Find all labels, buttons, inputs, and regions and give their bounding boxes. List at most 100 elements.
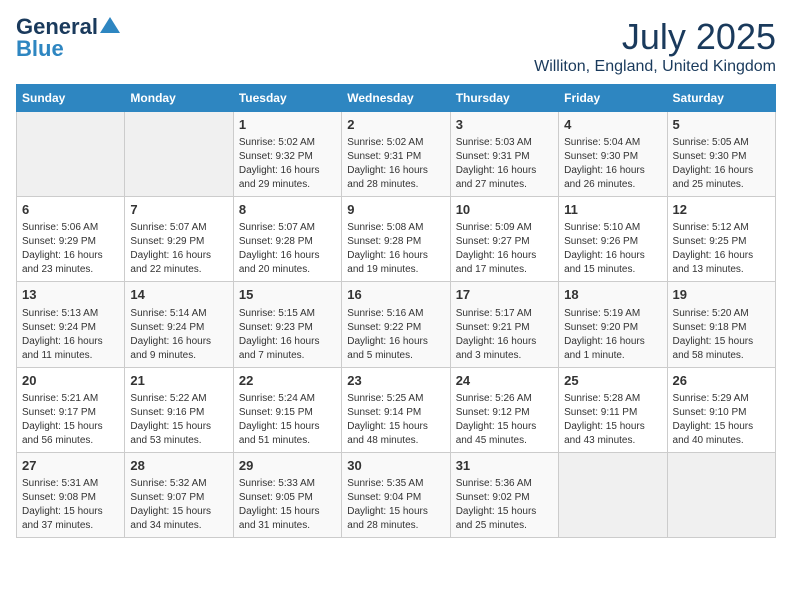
logo-text-blue: Blue (16, 38, 64, 60)
calendar-cell: 18 Sunrise: 5:19 AMSunset: 9:20 PMDayligh… (559, 282, 667, 367)
day-number: 27 (22, 457, 119, 475)
logo: General Blue (16, 16, 120, 60)
dow-header-sunday: Sunday (17, 85, 125, 112)
day-info: Sunrise: 5:24 AMSunset: 9:15 PMDaylight:… (239, 392, 336, 448)
calendar-cell: 29 Sunrise: 5:33 AMSunset: 9:05 PMDayligh… (233, 452, 341, 537)
month-year-title: July 2025 (534, 16, 776, 58)
day-number: 20 (22, 372, 119, 390)
day-number: 19 (673, 286, 770, 304)
day-info: Sunrise: 5:10 AMSunset: 9:26 PMDaylight:… (564, 221, 661, 277)
logo-icon (100, 15, 120, 35)
page-header: General Blue July 2025 Williton, England… (16, 16, 776, 76)
day-number: 9 (347, 201, 444, 219)
day-info: Sunrise: 5:03 AMSunset: 9:31 PMDaylight:… (456, 136, 553, 192)
day-info: Sunrise: 5:13 AMSunset: 9:24 PMDaylight:… (22, 307, 119, 363)
day-number: 25 (564, 372, 661, 390)
day-number: 3 (456, 116, 553, 134)
day-info: Sunrise: 5:36 AMSunset: 9:02 PMDaylight:… (456, 477, 553, 533)
calendar-cell: 28 Sunrise: 5:32 AMSunset: 9:07 PMDayligh… (125, 452, 233, 537)
day-number: 4 (564, 116, 661, 134)
day-info: Sunrise: 5:16 AMSunset: 9:22 PMDaylight:… (347, 307, 444, 363)
day-number: 31 (456, 457, 553, 475)
dow-header-monday: Monday (125, 85, 233, 112)
day-number: 11 (564, 201, 661, 219)
day-info: Sunrise: 5:19 AMSunset: 9:20 PMDaylight:… (564, 307, 661, 363)
calendar-cell: 14Sunrise: 5:14 AMSunset: 9:24 PMDayligh… (125, 282, 233, 367)
day-info: Sunrise: 5:20 AMSunset: 9:18 PMDaylight:… (673, 307, 770, 363)
calendar-table: SundayMondayTuesdayWednesdayThursdayFrid… (16, 84, 776, 538)
day-number: 5 (673, 116, 770, 134)
day-info: Sunrise: 5:32 AMSunset: 9:07 PMDaylight:… (130, 477, 227, 533)
calendar-cell (559, 452, 667, 537)
calendar-cell (667, 452, 775, 537)
day-info: Sunrise: 5:17 AMSunset: 9:21 PMDaylight:… (456, 307, 553, 363)
calendar-cell: 21 Sunrise: 5:22 AMSunset: 9:16 PMDayligh… (125, 367, 233, 452)
day-number: 16 (347, 286, 444, 304)
day-info: Sunrise: 5:07 AMSunset: 9:29 PMDaylight:… (130, 221, 227, 277)
day-info: Sunrise: 5:15 AMSunset: 9:23 PMDaylight:… (239, 307, 336, 363)
calendar-cell (125, 112, 233, 197)
calendar-cell: 30 Sunrise: 5:35 AMSunset: 9:04 PMDayligh… (342, 452, 450, 537)
day-info: Sunrise: 5:06 AMSunset: 9:29 PMDaylight:… (22, 221, 119, 277)
day-info: Sunrise: 5:22 AMSunset: 9:16 PMDaylight:… (130, 392, 227, 448)
calendar-cell: 20 Sunrise: 5:21 AMSunset: 9:17 PMDayligh… (17, 367, 125, 452)
day-number: 23 (347, 372, 444, 390)
day-number: 2 (347, 116, 444, 134)
calendar-cell: 11 Sunrise: 5:10 AMSunset: 9:26 PMDayligh… (559, 197, 667, 282)
day-number: 18 (564, 286, 661, 304)
day-info: Sunrise: 5:02 AMSunset: 9:31 PMDaylight:… (347, 136, 444, 192)
day-info: Sunrise: 5:05 AMSunset: 9:30 PMDaylight:… (673, 136, 770, 192)
day-number: 28 (130, 457, 227, 475)
day-number: 21 (130, 372, 227, 390)
dow-header-friday: Friday (559, 85, 667, 112)
calendar-cell: 17 Sunrise: 5:17 AMSunset: 9:21 PMDayligh… (450, 282, 558, 367)
calendar-cell: 2 Sunrise: 5:02 AMSunset: 9:31 PMDaylight… (342, 112, 450, 197)
calendar-cell: 9 Sunrise: 5:08 AMSunset: 9:28 PMDaylight… (342, 197, 450, 282)
day-info: Sunrise: 5:09 AMSunset: 9:27 PMDaylight:… (456, 221, 553, 277)
calendar-cell: 3 Sunrise: 5:03 AMSunset: 9:31 PMDaylight… (450, 112, 558, 197)
calendar-cell: 8 Sunrise: 5:07 AMSunset: 9:28 PMDaylight… (233, 197, 341, 282)
day-number: 22 (239, 372, 336, 390)
calendar-cell: 23 Sunrise: 5:25 AMSunset: 9:14 PMDayligh… (342, 367, 450, 452)
day-info: Sunrise: 5:08 AMSunset: 9:28 PMDaylight:… (347, 221, 444, 277)
day-info: Sunrise: 5:04 AMSunset: 9:30 PMDaylight:… (564, 136, 661, 192)
day-number: 10 (456, 201, 553, 219)
location-subtitle: Williton, England, United Kingdom (534, 58, 776, 76)
day-info: Sunrise: 5:14 AMSunset: 9:24 PMDaylight:… (130, 307, 227, 363)
dow-header-tuesday: Tuesday (233, 85, 341, 112)
calendar-cell: 4 Sunrise: 5:04 AMSunset: 9:30 PMDaylight… (559, 112, 667, 197)
day-number: 8 (239, 201, 336, 219)
calendar-cell: 16 Sunrise: 5:16 AMSunset: 9:22 PMDayligh… (342, 282, 450, 367)
calendar-cell: 31 Sunrise: 5:36 AMSunset: 9:02 PMDayligh… (450, 452, 558, 537)
day-info: Sunrise: 5:29 AMSunset: 9:10 PMDaylight:… (673, 392, 770, 448)
day-info: Sunrise: 5:28 AMSunset: 9:11 PMDaylight:… (564, 392, 661, 448)
day-number: 26 (673, 372, 770, 390)
title-block: July 2025 Williton, England, United King… (534, 16, 776, 76)
day-info: Sunrise: 5:25 AMSunset: 9:14 PMDaylight:… (347, 392, 444, 448)
calendar-cell: 24Sunrise: 5:26 AMSunset: 9:12 PMDayligh… (450, 367, 558, 452)
day-info: Sunrise: 5:33 AMSunset: 9:05 PMDaylight:… (239, 477, 336, 533)
calendar-cell: 27Sunrise: 5:31 AMSunset: 9:08 PMDayligh… (17, 452, 125, 537)
calendar-cell (17, 112, 125, 197)
calendar-cell: 13Sunrise: 5:13 AMSunset: 9:24 PMDayligh… (17, 282, 125, 367)
calendar-cell: 6 Sunrise: 5:06 AMSunset: 9:29 PMDaylight… (17, 197, 125, 282)
day-number: 29 (239, 457, 336, 475)
calendar-cell: 5 Sunrise: 5:05 AMSunset: 9:30 PMDaylight… (667, 112, 775, 197)
day-info: Sunrise: 5:07 AMSunset: 9:28 PMDaylight:… (239, 221, 336, 277)
dow-header-saturday: Saturday (667, 85, 775, 112)
day-number: 12 (673, 201, 770, 219)
day-info: Sunrise: 5:02 AMSunset: 9:32 PMDaylight:… (239, 136, 336, 192)
day-info: Sunrise: 5:26 AMSunset: 9:12 PMDaylight:… (456, 392, 553, 448)
day-number: 7 (130, 201, 227, 219)
day-number: 30 (347, 457, 444, 475)
dow-header-wednesday: Wednesday (342, 85, 450, 112)
day-number: 6 (22, 201, 119, 219)
day-info: Sunrise: 5:21 AMSunset: 9:17 PMDaylight:… (22, 392, 119, 448)
calendar-cell: 25 Sunrise: 5:28 AMSunset: 9:11 PMDayligh… (559, 367, 667, 452)
day-number: 17 (456, 286, 553, 304)
calendar-cell: 1Sunrise: 5:02 AMSunset: 9:32 PMDaylight… (233, 112, 341, 197)
logo-text-general: General (16, 16, 98, 38)
calendar-cell: 15Sunrise: 5:15 AMSunset: 9:23 PMDayligh… (233, 282, 341, 367)
day-info: Sunrise: 5:35 AMSunset: 9:04 PMDaylight:… (347, 477, 444, 533)
day-info: Sunrise: 5:12 AMSunset: 9:25 PMDaylight:… (673, 221, 770, 277)
